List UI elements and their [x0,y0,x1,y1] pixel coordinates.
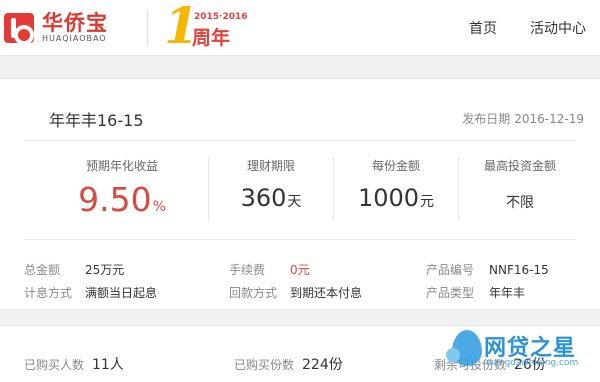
stat-label: 预期年化收益 [85,159,158,173]
info-repay-method: 回款方式 到期还本付息 [229,284,362,301]
buyers-count: 已购买人数 11人 [24,354,124,374]
stat-divider [208,157,209,221]
info-product-code: 产品编号 NNF16-15 [426,261,549,278]
info-value: 0元 [290,263,310,277]
logo-text: 华侨宝 HUAQIAOBAO [42,12,108,44]
buy-label: 已购买人数 [24,358,85,372]
stat-label: 理财期限 [246,159,295,173]
water-drop-small-icon [446,348,460,362]
info-fee: 手续费 0元 [229,261,310,278]
stat-label: 每份金额 [371,159,420,173]
info-total: 总金额 25万元 [24,261,124,278]
anniversary-years: 2015·2016 [194,12,248,22]
info-value: 25万元 [85,263,125,277]
bought-count: 已购买份数 224份 [234,354,343,374]
info-label: 产品类型 [426,286,475,300]
info-label: 总金额 [24,263,61,277]
info-interest-method: 计息方式 满额当日起息 [24,284,157,301]
product-title: 年年丰16-15 [49,111,144,130]
stat-unit-amount: 每份金额 1000元 [336,157,456,212]
anniversary-badge: 1 2015·2016 周年 [160,0,250,52]
info-value: NNF16-15 [489,263,549,277]
stat-divider [333,157,334,221]
buy-label: 已购买份数 [234,358,295,372]
info-label: 计息方式 [24,286,73,300]
brand-name-cn: 华侨宝 [42,11,108,35]
stat-label: 最高投资金额 [483,159,556,173]
nav-activity-link[interactable]: 活动中心 [530,18,586,38]
buy-value: 11人 [92,357,124,373]
buy-value: 224份 [302,357,343,373]
stat-value: 不限 [506,195,534,211]
nav-home-link[interactable]: 首页 [469,18,497,38]
stat-value: 9.50% [78,180,166,219]
divider [24,239,576,240]
info-value: 满额当日起息 [85,286,158,300]
publish-info: 发布日期 2016-12-19 [462,110,584,127]
info-label: 手续费 [229,263,266,277]
stat-term: 理财期限 360天 [211,157,331,212]
stat-annual-rate: 预期年化收益 9.50% [62,157,182,219]
info-value: 到期还本付息 [290,286,363,300]
brand-name-en: HUAQIAOBAO [42,34,107,43]
site-header: 华侨宝 HUAQIAOBAO 1 2015·2016 周年 首页 活动中心 [0,0,600,56]
stat-value: 1000元 [357,184,435,212]
info-value: 年年丰 [489,286,526,300]
info-label: 回款方式 [229,286,278,300]
publish-label: 发布日期 [462,112,511,126]
main-nav: 首页 活动中心 [469,18,586,38]
product-card: 年年丰16-15 发布日期 2016-12-19 预期年化收益 9.50% 理财期… [0,78,600,310]
anniversary-label: 周年 [192,27,231,49]
watermark-sub: wangdaizhixing.com [486,358,579,368]
stat-divider [458,157,459,221]
info-product-type: 产品类型 年年丰 [426,284,525,301]
stat-value: 360天 [240,184,302,212]
publish-date: 2016-12-19 [514,112,584,126]
stat-max-investment: 最高投资金额 不限 [460,157,580,212]
divider [24,140,576,141]
logo[interactable]: 华侨宝 HUAQIAOBAO [0,6,160,50]
watermark-logo: 网贷之星 wangdaizhixing.com [442,320,600,382]
logo-icon [4,13,34,45]
info-label: 产品编号 [426,263,475,277]
header-divider [147,10,148,46]
